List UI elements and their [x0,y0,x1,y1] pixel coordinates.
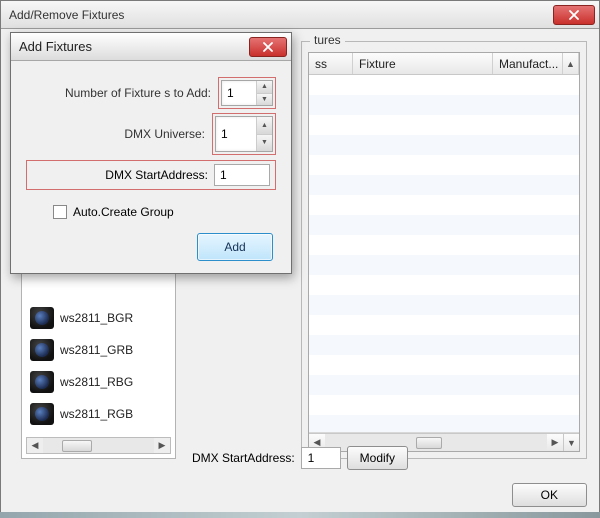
row-fixture-count: Number of Fixture s to Add: 1 ▲ ▼ [27,75,275,111]
close-icon [568,10,580,20]
list-item-label: ws2811_RGB [60,407,133,421]
add-button[interactable]: Add [197,233,273,261]
col-header-vscroll[interactable]: ▲ [563,53,579,74]
fixture-icon [30,339,54,361]
ok-button-label: OK [541,488,558,502]
list-item[interactable]: ws2811_BGR [26,302,171,334]
row-auto-create-group: Auto.Create Group [27,199,275,225]
dmx-start-address-input[interactable]: 1 [214,164,270,186]
spin-down-icon[interactable]: ▼ [256,134,272,152]
modify-button[interactable]: Modify [347,446,408,470]
dmx-start-address-highlight: DMX StartAddress: 1 [27,161,275,189]
bottom-bar: DMX StartAddress: 1 Modify [1,443,599,473]
col-header-manufacturer[interactable]: Manufact... [493,53,563,74]
dialog-titlebar: Add Fixtures [11,33,291,61]
row-dmx-universe: DMX Universe: 1 ▲ ▼ [27,111,275,157]
list-item-label: ws2811_GRB [60,343,133,357]
add-fixtures-dialog: Add Fixtures Number of Fixture s to Add:… [10,32,292,274]
row-dmx-start-address: DMX StartAddress: 1 [27,157,275,193]
close-icon [262,42,274,52]
desktop-strip [0,512,600,518]
auto-create-group-label: Auto.Create Group [73,205,174,219]
spinner-buttons: ▲ ▼ [256,117,272,151]
spin-down-icon[interactable]: ▼ [256,93,272,106]
dialog-close-button[interactable] [249,37,287,57]
fixture-icon [30,403,54,425]
dialog-body: Number of Fixture s to Add: 1 ▲ ▼ DMX Un… [11,61,291,273]
table-header-row: ss Fixture Manufact... ▲ [309,53,579,75]
spin-up-icon[interactable]: ▲ [256,117,272,134]
main-title: Add/Remove Fixtures [9,8,124,22]
dmx-start-address-value: 1 [220,168,227,182]
dmx-universe-value: 1 [216,117,256,151]
spinner-buttons: ▲ ▼ [256,81,272,105]
list-item[interactable]: ws2811_RBG [26,366,171,398]
ok-button[interactable]: OK [512,483,587,507]
list-item-label: ws2811_BGR [60,311,133,325]
fixtures-table: ss Fixture Manufact... ▲ ◀ ▶ ▼ [308,52,580,452]
list-item-label: ws2811_RBG [60,375,133,389]
main-titlebar: Add/Remove Fixtures [1,1,599,29]
fixture-count-spinner[interactable]: 1 ▲ ▼ [221,80,273,106]
dmx-universe-label: DMX Universe: [27,127,207,141]
bottom-start-address-label: DMX StartAddress: [192,451,295,465]
bottom-start-address-value: 1 [308,451,315,465]
dialog-title: Add Fixtures [19,39,92,54]
dmx-universe-highlight: 1 ▲ ▼ [213,114,275,154]
fixtures-groupbox: tures ss Fixture Manufact... ▲ ◀ ▶ ▼ [301,41,587,459]
spin-up-icon[interactable]: ▲ [256,81,272,93]
col-header-fixture[interactable]: Fixture [353,53,493,74]
bottom-start-address-input[interactable]: 1 [301,447,341,469]
auto-create-group-checkbox[interactable] [53,205,67,219]
add-button-label: Add [224,240,245,254]
dmx-universe-spinner[interactable]: 1 ▲ ▼ [215,116,273,152]
groupbox-legend: tures [310,33,345,47]
dmx-start-address-label: DMX StartAddress: [105,168,208,182]
fixture-icon [30,307,54,329]
ok-bar: OK [512,483,587,507]
list-item[interactable]: ws2811_GRB [26,334,171,366]
main-close-button[interactable] [553,5,595,25]
modify-button-label: Modify [360,451,395,465]
fixture-icon [30,371,54,393]
scroll-up-icon[interactable]: ▲ [566,59,575,69]
table-body-empty[interactable] [309,75,579,433]
fixture-count-value: 1 [222,81,256,105]
fixture-count-label: Number of Fixture s to Add: [27,86,213,100]
list-item[interactable]: ws2811_RGB [26,398,171,430]
fixture-count-highlight: 1 ▲ ▼ [219,78,275,108]
col-header-ss[interactable]: ss [309,53,353,74]
